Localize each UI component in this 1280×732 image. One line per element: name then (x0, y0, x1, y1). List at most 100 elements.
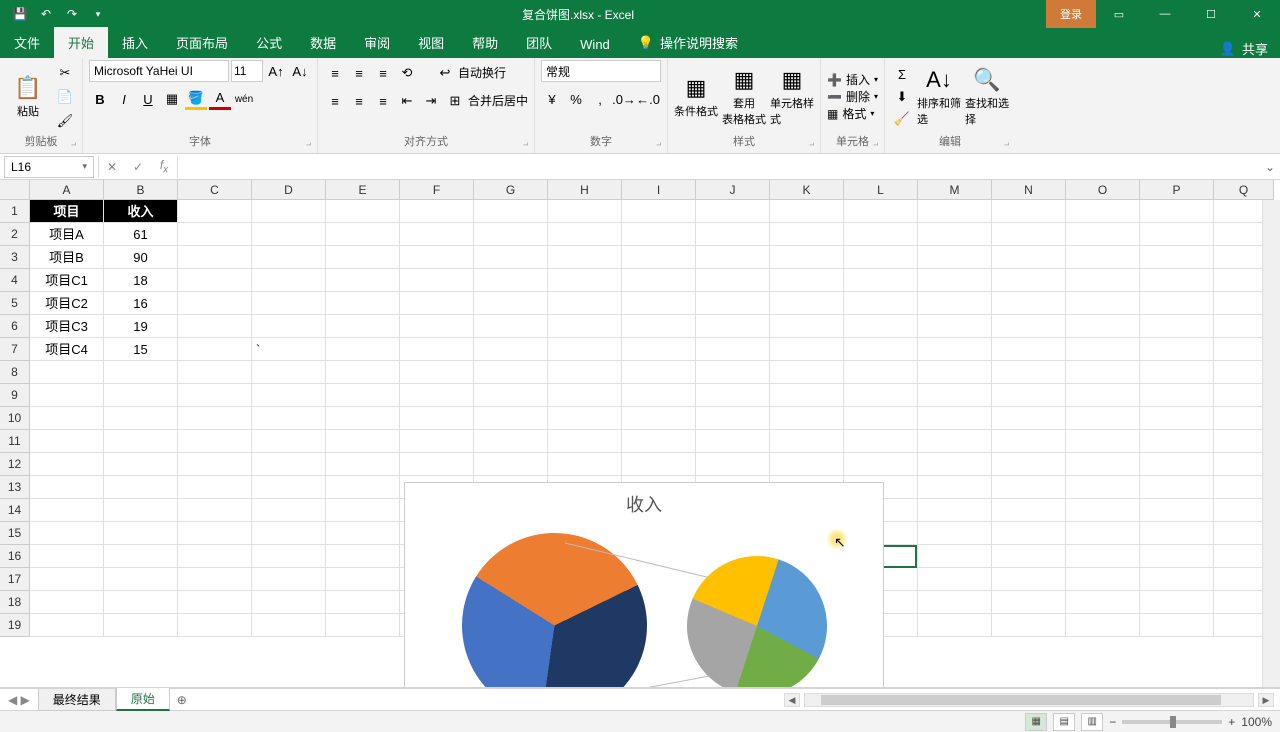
row-header-1[interactable]: 1 (0, 200, 30, 223)
cell[interactable] (178, 200, 252, 223)
italic-button[interactable]: I (113, 88, 135, 110)
cell[interactable]: 项目B (30, 246, 104, 269)
cell[interactable] (178, 361, 252, 384)
underline-button[interactable]: U (137, 88, 159, 110)
cell[interactable] (548, 361, 622, 384)
sheet-nav[interactable]: ◀ ▶ (0, 693, 38, 707)
cell[interactable] (252, 407, 326, 430)
align-bottom-icon[interactable]: ≡ (372, 62, 394, 84)
formula-input[interactable] (178, 156, 1260, 178)
tab-wind[interactable]: Wind (566, 31, 624, 58)
cell[interactable] (326, 568, 400, 591)
secondary-pie[interactable] (668, 537, 844, 688)
cell[interactable] (1066, 430, 1140, 453)
cell[interactable] (1066, 614, 1140, 637)
font-size-select[interactable] (231, 60, 263, 82)
orientation-icon[interactable]: ⟲ (396, 62, 418, 84)
cell[interactable] (918, 200, 992, 223)
cell[interactable] (918, 522, 992, 545)
cell[interactable] (326, 338, 400, 361)
cell[interactable] (474, 292, 548, 315)
cell[interactable] (178, 591, 252, 614)
cell[interactable] (400, 407, 474, 430)
cell[interactable]: 收入 (104, 200, 178, 223)
cell[interactable] (1066, 292, 1140, 315)
autosum-icon[interactable]: Σ (891, 64, 913, 86)
column-header-C[interactable]: C (178, 180, 252, 200)
cell[interactable] (696, 223, 770, 246)
increase-indent-icon[interactable]: ⇥ (420, 90, 442, 112)
cell[interactable] (30, 522, 104, 545)
cell[interactable] (992, 200, 1066, 223)
cell[interactable] (252, 545, 326, 568)
format-painter-icon[interactable]: 🖌 (54, 110, 76, 132)
decrease-font-icon[interactable]: A↓ (289, 60, 311, 82)
tab-home[interactable]: 开始 (54, 27, 108, 58)
column-header-D[interactable]: D (252, 180, 326, 200)
cell[interactable] (622, 315, 696, 338)
cell[interactable] (918, 292, 992, 315)
cell[interactable] (992, 453, 1066, 476)
tab-page-layout[interactable]: 页面布局 (162, 27, 242, 58)
cell[interactable] (326, 499, 400, 522)
delete-cells-button[interactable]: ➖删除▾ (827, 88, 878, 105)
cell[interactable] (548, 407, 622, 430)
row-header-8[interactable]: 8 (0, 361, 30, 384)
cell[interactable] (696, 430, 770, 453)
cell[interactable]: 项目C2 (30, 292, 104, 315)
cell[interactable] (252, 200, 326, 223)
cell[interactable] (30, 361, 104, 384)
cell[interactable] (1066, 591, 1140, 614)
fill-color-icon[interactable]: 🪣 (185, 88, 207, 110)
wrap-text-icon[interactable]: ↩ (434, 62, 456, 84)
cell[interactable] (1140, 499, 1214, 522)
cell[interactable] (474, 384, 548, 407)
row-header-13[interactable]: 13 (0, 476, 30, 499)
cell[interactable] (326, 453, 400, 476)
vertical-scrollbar[interactable] (1262, 200, 1280, 687)
cell[interactable] (252, 223, 326, 246)
cell[interactable] (770, 223, 844, 246)
sort-filter-button[interactable]: A↓排序和筛选 (917, 62, 961, 132)
cell[interactable] (992, 476, 1066, 499)
hscroll-thumb[interactable] (821, 695, 1221, 705)
cell[interactable] (252, 591, 326, 614)
cell[interactable] (992, 269, 1066, 292)
cell[interactable] (178, 545, 252, 568)
cell[interactable] (30, 384, 104, 407)
format-as-table-button[interactable]: ▦套用 表格格式 (722, 62, 766, 132)
cell[interactable] (918, 591, 992, 614)
cell[interactable] (918, 338, 992, 361)
cell[interactable] (992, 522, 1066, 545)
cell[interactable] (178, 614, 252, 637)
row-header-2[interactable]: 2 (0, 223, 30, 246)
insert-cells-button[interactable]: ➕插入▾ (827, 71, 878, 88)
cell[interactable] (30, 568, 104, 591)
row-header-15[interactable]: 15 (0, 522, 30, 545)
cell[interactable] (252, 269, 326, 292)
cell[interactable] (178, 453, 252, 476)
cell[interactable]: ` (252, 338, 326, 361)
fill-icon[interactable]: ⬇ (891, 86, 913, 108)
cell[interactable] (1066, 384, 1140, 407)
maximize-icon[interactable]: ☐ (1188, 0, 1234, 28)
align-left-icon[interactable]: ≡ (324, 90, 346, 112)
cell[interactable] (252, 476, 326, 499)
cell[interactable] (1066, 568, 1140, 591)
cell[interactable] (1140, 246, 1214, 269)
cancel-icon[interactable]: ✕ (99, 156, 125, 178)
cell[interactable] (770, 292, 844, 315)
cell[interactable] (400, 269, 474, 292)
cell[interactable] (992, 407, 1066, 430)
cell[interactable] (918, 246, 992, 269)
cell[interactable] (178, 223, 252, 246)
cell[interactable] (104, 614, 178, 637)
cell[interactable] (918, 223, 992, 246)
cell[interactable] (104, 384, 178, 407)
cell[interactable] (30, 430, 104, 453)
cell[interactable] (622, 453, 696, 476)
column-header-G[interactable]: G (474, 180, 548, 200)
page-layout-view-icon[interactable]: ▤ (1053, 713, 1075, 731)
cell[interactable]: 项目C4 (30, 338, 104, 361)
cell[interactable] (992, 223, 1066, 246)
